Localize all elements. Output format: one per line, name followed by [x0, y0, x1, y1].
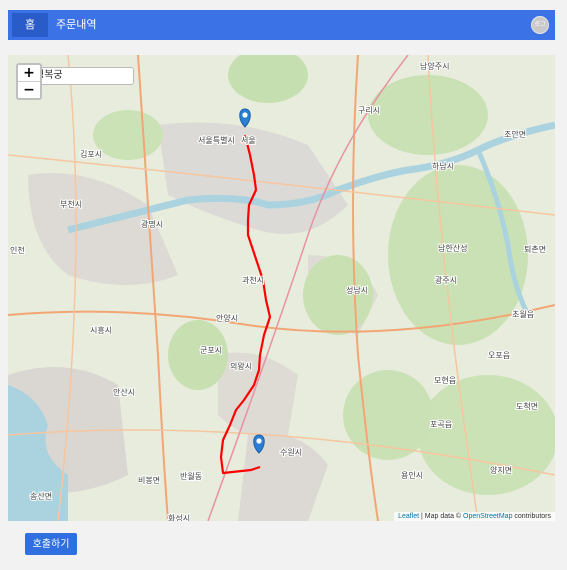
- map-place-label: 남양주시: [420, 62, 449, 71]
- map-place-label: 광주시: [435, 275, 457, 285]
- map-place-label: 성남시: [346, 286, 368, 295]
- zoom-out-button[interactable]: −: [18, 81, 40, 98]
- top-nav-bar: 홈 주문내역 로그: [8, 10, 555, 40]
- zoom-control: + −: [16, 63, 42, 100]
- map-place-label: 송산면: [30, 491, 52, 501]
- map-place-label: 모현읍: [434, 376, 456, 385]
- zoom-in-button[interactable]: +: [18, 65, 40, 81]
- map-place-label: 서울특별시: [198, 135, 235, 145]
- map-place-label: 남한산성: [438, 243, 467, 253]
- map-place-label: 서울: [241, 136, 256, 145]
- map-place-label: 퇴촌면: [524, 244, 546, 254]
- map-attribution: Leaflet | Map data © OpenStreetMap contr…: [394, 512, 555, 521]
- map-place-label: 초월읍: [512, 309, 534, 319]
- map-place-label: 조안면: [504, 129, 526, 139]
- map-place-label: 화성시: [168, 514, 190, 521]
- map-place-label: 과천시: [242, 275, 264, 285]
- nav-home-button[interactable]: 홈: [12, 13, 48, 37]
- map-tiles: 남양주시구리시조안면하남시 서울특별시 서울김포시부천시광명시과천시성남시 광주시 인천…: [8, 55, 555, 521]
- map-place-label: 안양시: [216, 313, 238, 323]
- map-place-label: 양지면: [490, 465, 512, 475]
- map-place-label: 비봉면: [138, 475, 160, 485]
- map-place-label: 부천시: [60, 199, 82, 209]
- map-place-label: 하남시: [432, 161, 454, 171]
- map-place-label: 시흥시: [90, 325, 112, 335]
- map-place-label: 포곡읍: [430, 420, 452, 429]
- map-place-label: 광명시: [141, 219, 163, 229]
- leaflet-link[interactable]: Leaflet: [398, 513, 419, 520]
- map-place-label: 수원시: [280, 448, 302, 457]
- call-button[interactable]: 호출하기: [25, 533, 77, 555]
- map-place-label: 도척면: [516, 401, 538, 411]
- map-place-label: 용인시: [401, 470, 423, 480]
- map-place-label: 오포읍: [488, 351, 510, 360]
- map-place-label: 군포시: [200, 346, 222, 355]
- map-place-label: 구리시: [358, 106, 380, 115]
- map-place-label: 안산시: [113, 387, 135, 397]
- attribution-tail: contributors: [512, 513, 551, 520]
- nav-orders-link[interactable]: 주문내역: [56, 10, 96, 40]
- osm-link[interactable]: OpenStreetMap: [463, 513, 512, 520]
- map-view[interactable]: 남양주시구리시조안면하남시 서울특별시 서울김포시부천시광명시과천시성남시 광주시 인천…: [8, 55, 555, 521]
- attribution-sep: | Map data ©: [419, 513, 464, 520]
- map-place-label: 의왕시: [230, 361, 252, 371]
- map-place-label: 김포시: [80, 149, 102, 159]
- avatar[interactable]: 로그: [531, 16, 549, 34]
- map-place-label: 반월동: [180, 471, 202, 481]
- map-place-label: 인천: [10, 245, 25, 255]
